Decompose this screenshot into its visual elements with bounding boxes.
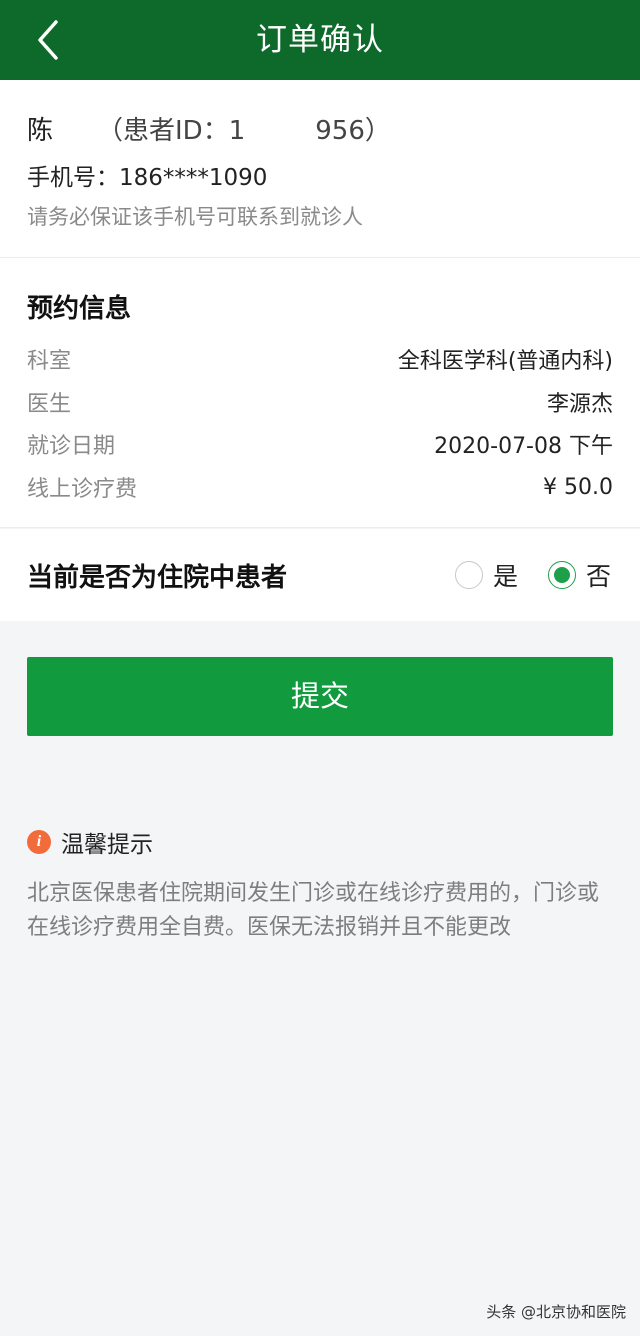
patient-id-redacted [245, 119, 315, 139]
phone-line: 手机号：186****1090 [27, 158, 267, 192]
patient-id-head: 1 [228, 116, 246, 146]
watermark: 头条 @北京协和医院 [486, 1303, 626, 1321]
appointment-row-department: 科室 全科医学科(普通内科) [27, 341, 613, 377]
phone-hint: 请务必保证该手机号可联系到就诊人 [27, 205, 363, 229]
tips-title: 温馨提示 [61, 832, 153, 858]
app-header: 订单确认 [0, 0, 640, 80]
row-label: 医生 [27, 392, 72, 417]
tips-body: 北京医保患者住院期间发生门诊或在线诊疗费用的，门诊或在线诊疗费用全自费。医保无法… [27, 881, 600, 940]
patient-id-tail: 956 [315, 116, 365, 146]
radio-unchecked-icon[interactable] [455, 561, 483, 589]
patient-name: 陈 [27, 116, 54, 146]
patient-info-line: 陈 （患者ID：1 956） [27, 110, 391, 147]
appointment-title: 预约信息 [27, 294, 132, 324]
appointment-row-doctor: 医生 李源杰 [27, 384, 613, 420]
radio-option-no[interactable]: 否 [548, 557, 611, 593]
row-label: 就诊日期 [27, 434, 116, 459]
radio-checked-icon[interactable] [548, 561, 576, 589]
phone-label: 手机号： [27, 165, 119, 191]
row-value: ¥ 50.0 [543, 474, 613, 500]
tips-header: i 温馨提示 [27, 826, 153, 858]
row-value: 2020-07-08 下午 [434, 434, 613, 459]
row-label: 科室 [27, 349, 72, 374]
info-icon: i [27, 830, 51, 854]
appointment-row-fee: 线上诊疗费 ¥ 50.0 [27, 469, 613, 505]
radio-label-yes: 是 [493, 562, 519, 591]
page-title: 订单确认 [256, 22, 384, 58]
inpatient-card: 当前是否为住院中患者 是 否 [0, 529, 640, 621]
row-value: 全科医学科(普通内科) [397, 349, 613, 374]
appointment-card: 预约信息 科室 全科医学科(普通内科) 医生 李源杰 就诊日期 2020-07-… [0, 258, 640, 528]
radio-option-yes[interactable]: 是 [455, 557, 518, 593]
radio-label-no: 否 [586, 562, 612, 591]
patient-id-prefix: （患者ID： [97, 116, 229, 146]
row-label: 线上诊疗费 [27, 477, 138, 502]
patient-id-suffix: ） [364, 116, 391, 146]
row-value: 李源杰 [546, 392, 613, 417]
submit-button[interactable]: 提交 [27, 657, 613, 736]
phone-value: 186****1090 [119, 165, 268, 191]
appointment-row-date: 就诊日期 2020-07-08 下午 [27, 426, 613, 462]
patient-card: 陈 （患者ID：1 956） 手机号：186****1090 请务必保证该手机号可联… [0, 80, 640, 258]
inpatient-question: 当前是否为住院中患者 [27, 563, 288, 593]
